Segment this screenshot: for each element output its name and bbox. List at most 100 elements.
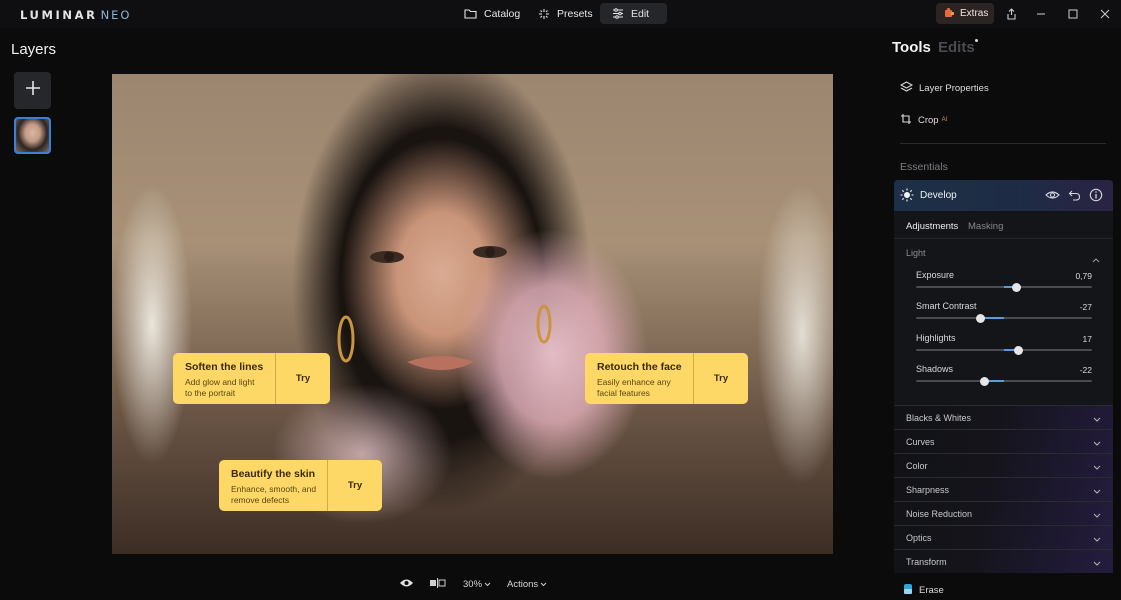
chevron-down-icon	[1093, 558, 1101, 568]
smart-contrast-label: Smart Contrast	[916, 301, 977, 311]
nav-edit-label: Edit	[631, 7, 650, 20]
zoom-dropdown[interactable]: 30%	[463, 576, 491, 592]
chevron-down-icon	[1093, 462, 1101, 472]
smart-contrast-value[interactable]: -27	[1080, 302, 1092, 312]
tip-description: Enhance, smooth, and	[231, 484, 317, 494]
layer-properties-button[interactable]: Layer Properties	[899, 79, 989, 97]
tip-description: Easily enhance any	[597, 377, 671, 387]
erase-label: Erase	[919, 585, 944, 596]
slider-knob[interactable]	[980, 376, 990, 386]
eye-icon[interactable]	[1045, 188, 1060, 202]
shadows-value[interactable]: -22	[1080, 365, 1092, 375]
sliders-icon	[612, 8, 624, 19]
minimize-icon[interactable]	[1034, 7, 1048, 21]
chevron-down-icon	[1093, 510, 1101, 520]
try-button[interactable]: Try	[694, 353, 748, 404]
nav-presets-button[interactable]: Presets	[526, 3, 605, 24]
edits-indicator-dot	[975, 39, 978, 42]
layer-thumbnail[interactable]	[14, 117, 51, 154]
undo-icon[interactable]	[1068, 188, 1082, 202]
tip-title: Soften the lines	[185, 361, 264, 373]
slider-knob[interactable]	[1014, 345, 1024, 355]
nav-edit-button[interactable]: Edit	[600, 3, 667, 24]
eye-icon	[399, 575, 414, 593]
photo-canvas[interactable]: Soften the lines Add glow and light to t…	[112, 74, 833, 554]
actions-dropdown[interactable]: Actions	[507, 576, 547, 592]
tip-card-beautify: Beautify the skin Enhance, smooth, and r…	[219, 460, 382, 511]
extras-button[interactable]: Extras	[936, 3, 994, 24]
split-view-icon	[429, 575, 446, 593]
section-label: Transform	[906, 557, 947, 567]
tab-adjustments[interactable]: Adjustments	[906, 221, 958, 232]
highlights-label: Highlights	[916, 333, 956, 343]
section-label: Optics	[906, 533, 932, 543]
light-group-label: Light	[906, 248, 926, 258]
erase-tool-button[interactable]: Erase	[903, 583, 944, 598]
maximize-icon[interactable]	[1066, 7, 1080, 21]
compare-button[interactable]	[429, 576, 446, 592]
section-sharpness[interactable]: Sharpness	[894, 477, 1113, 501]
section-optics[interactable]: Optics	[894, 525, 1113, 549]
section-curves[interactable]: Curves	[894, 429, 1113, 453]
nav-catalog-button[interactable]: Catalog	[452, 3, 532, 24]
tip-card-retouch: Retouch the face Easily enhance any faci…	[585, 353, 748, 404]
app-logo: LUMINAR NEO	[20, 8, 132, 22]
section-blacks-whites[interactable]: Blacks & Whites	[894, 405, 1113, 429]
section-color[interactable]: Color	[894, 453, 1113, 477]
exposure-slider[interactable]	[916, 282, 1092, 292]
develop-panel: Develop Adjustments Masking Light Exposu…	[894, 180, 1113, 405]
preview-toggle[interactable]	[399, 576, 414, 592]
slider-knob[interactable]	[975, 313, 985, 323]
share-icon[interactable]	[1004, 7, 1018, 21]
shadows-label: Shadows	[916, 364, 954, 374]
extras-label: Extras	[960, 8, 989, 19]
puzzle-icon	[944, 7, 955, 21]
develop-header[interactable]: Develop	[894, 180, 1113, 211]
plus-icon	[25, 80, 41, 101]
tip-card-soften: Soften the lines Add glow and light to t…	[173, 353, 330, 404]
crop-button[interactable]: Crop AI	[900, 111, 947, 129]
chevron-down-icon	[1093, 534, 1101, 544]
tip-description: Add glow and light	[185, 377, 255, 387]
smart-contrast-slider[interactable]	[916, 313, 1092, 323]
highlights-slider[interactable]	[916, 345, 1092, 355]
tip-description: facial features	[597, 388, 650, 398]
folder-icon	[464, 8, 477, 19]
shadows-slider[interactable]	[916, 376, 1092, 386]
try-button[interactable]: Try	[328, 460, 382, 511]
chevron-down-icon	[540, 579, 547, 590]
layers-icon	[899, 80, 914, 96]
divider	[900, 143, 1106, 144]
section-label: Curves	[906, 437, 935, 447]
close-icon[interactable]	[1098, 7, 1112, 21]
ai-badge: AI	[941, 117, 948, 123]
title-bar: LUMINAR NEO Catalog Presets Edit Extras	[0, 0, 1121, 28]
crop-icon	[900, 113, 912, 128]
tab-masking[interactable]: Masking	[968, 221, 1003, 232]
section-noise-reduction[interactable]: Noise Reduction	[894, 501, 1113, 525]
tab-edits[interactable]: Edits	[938, 39, 975, 56]
highlights-value[interactable]: 17	[1083, 334, 1092, 344]
nav-catalog-label: Catalog	[484, 7, 521, 20]
tip-title: Beautify the skin	[231, 468, 316, 480]
exposure-value[interactable]: 0,79	[1075, 271, 1092, 281]
info-icon[interactable]	[1089, 188, 1103, 202]
section-label: Blacks & Whites	[906, 413, 972, 423]
chevron-up-icon[interactable]	[1092, 250, 1100, 268]
section-label: Sharpness	[906, 485, 950, 495]
tip-description: remove defects	[231, 495, 290, 505]
chevron-down-icon	[484, 579, 491, 590]
slider-knob[interactable]	[1011, 282, 1021, 292]
section-label: Color	[906, 461, 928, 471]
layer-properties-label: Layer Properties	[919, 82, 989, 94]
add-layer-button[interactable]	[14, 72, 51, 109]
section-transform[interactable]: Transform	[894, 549, 1113, 573]
tab-tools[interactable]: Tools	[892, 39, 931, 56]
section-label: Noise Reduction	[906, 509, 973, 519]
exposure-label: Exposure	[916, 270, 955, 280]
develop-title: Develop	[920, 190, 957, 201]
tip-description: to the portrait	[185, 388, 236, 398]
layers-title: Layers	[11, 41, 57, 58]
chevron-down-icon	[1093, 438, 1101, 448]
try-button[interactable]: Try	[276, 353, 330, 404]
